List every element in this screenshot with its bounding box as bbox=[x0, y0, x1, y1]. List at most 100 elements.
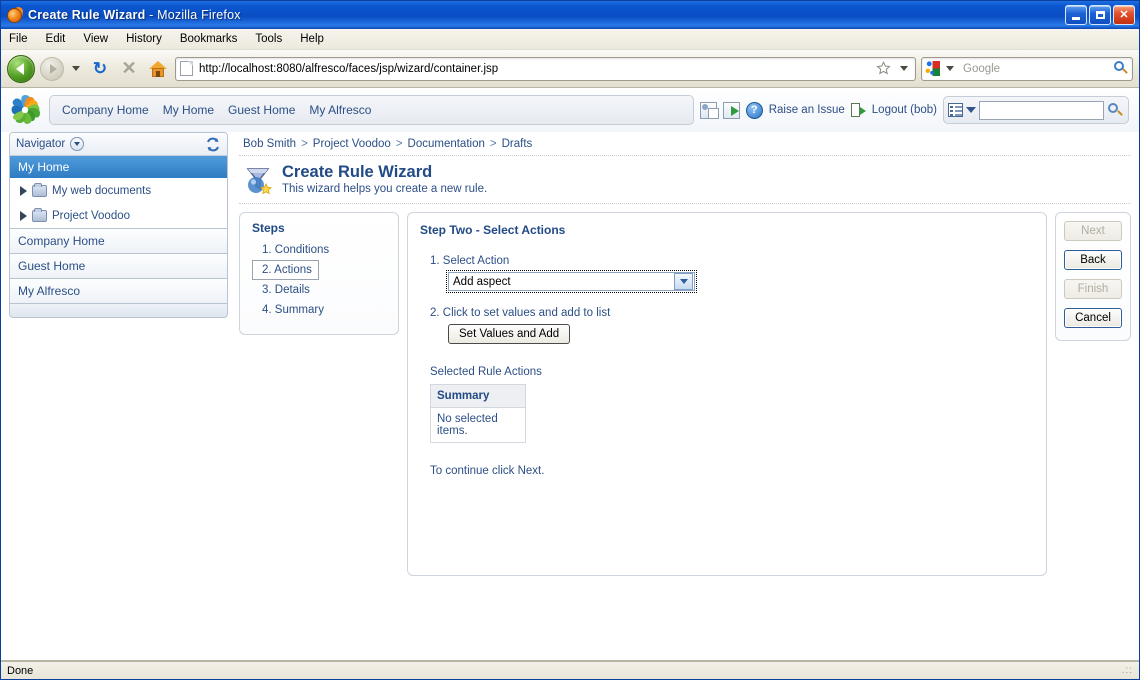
alfresco-logo-icon bbox=[7, 92, 43, 128]
menu-tools[interactable]: Tools bbox=[255, 33, 282, 45]
reload-icon[interactable]: ↻ bbox=[88, 57, 112, 81]
stop-icon: ✕ bbox=[121, 58, 137, 78]
nav-company-home[interactable]: Company Home bbox=[62, 103, 149, 117]
browser-search-input[interactable]: Google bbox=[960, 63, 1110, 75]
expand-triangle-icon[interactable] bbox=[20, 210, 27, 221]
chevron-down-icon[interactable] bbox=[72, 66, 80, 71]
logout-icon[interactable] bbox=[850, 103, 866, 117]
select-action-value: Add aspect bbox=[453, 275, 511, 288]
back-button[interactable]: Back bbox=[1064, 250, 1122, 270]
menu-help[interactable]: Help bbox=[300, 33, 324, 45]
wizard-step-actions[interactable]: 2. Actions bbox=[252, 260, 319, 280]
url-bar[interactable]: http://localhost:8080/alfresco/faces/jsp… bbox=[175, 56, 916, 81]
status-bar: Done .:: bbox=[1, 661, 1139, 679]
logout-link[interactable]: Logout (bob) bbox=[872, 104, 937, 116]
tree-node-label[interactable]: My web documents bbox=[52, 185, 151, 197]
bookmark-star-icon[interactable] bbox=[876, 61, 891, 76]
nav-my-home[interactable]: My Home bbox=[163, 103, 214, 117]
breadcrumb-item-3[interactable]: Drafts bbox=[502, 138, 533, 150]
steps-title: Steps bbox=[252, 221, 285, 235]
wizard-step-details[interactable]: 3. Details bbox=[252, 280, 388, 300]
invite-icon[interactable] bbox=[722, 101, 740, 119]
folder-icon bbox=[32, 207, 47, 222]
expand-triangle-icon[interactable] bbox=[20, 185, 27, 196]
chevron-down-icon[interactable] bbox=[674, 273, 693, 290]
tree-node-my-web-documents[interactable]: My web documents bbox=[10, 178, 227, 203]
wizard-area: Steps 1. Conditions 2. Actions 3. Detail… bbox=[239, 204, 1131, 576]
nav-my-alfresco[interactable]: My Alfresco bbox=[309, 103, 371, 117]
browser-search-bar[interactable]: Google bbox=[921, 56, 1133, 81]
menu-history[interactable]: History bbox=[126, 33, 162, 45]
finish-button[interactable]: Finish bbox=[1064, 279, 1122, 299]
back-button-icon[interactable] bbox=[7, 54, 35, 83]
tree-node-my-home[interactable]: My Home bbox=[10, 156, 227, 178]
search-icon[interactable] bbox=[1113, 60, 1129, 77]
menu-view[interactable]: View bbox=[83, 33, 108, 45]
selected-rule-actions-label: Selected Rule Actions bbox=[430, 366, 542, 378]
breadcrumb: Bob Smith > Project Voodoo > Documentati… bbox=[239, 132, 1131, 156]
shortcut-company-home[interactable]: Company Home bbox=[9, 229, 228, 254]
shortcut-my-alfresco[interactable]: My Alfresco bbox=[9, 279, 228, 304]
cancel-button[interactable]: Cancel bbox=[1064, 308, 1122, 328]
close-button[interactable]: ✕ bbox=[1113, 5, 1135, 25]
window-title-suffix: - Mozilla Firefox bbox=[145, 8, 241, 22]
refresh-icon[interactable] bbox=[205, 137, 221, 152]
wizard-buttons-panel: Next Back Finish Cancel bbox=[1055, 212, 1131, 341]
browser-window: Create Rule Wizard - Mozilla Firefox ✕ F… bbox=[0, 0, 1140, 680]
wizard-step-summary[interactable]: 4. Summary bbox=[252, 300, 388, 320]
page-icon bbox=[180, 61, 193, 76]
page-title-block: Create Rule Wizard This wizard helps you… bbox=[282, 163, 487, 195]
raise-issue-link[interactable]: Raise an Issue bbox=[769, 104, 845, 116]
page-viewport: Company Home My Home Guest Home My Alfre… bbox=[1, 88, 1139, 661]
nav-guest-home[interactable]: Guest Home bbox=[228, 103, 295, 117]
search-engine-dropdown-icon[interactable] bbox=[946, 66, 954, 71]
menu-file[interactable]: File bbox=[9, 33, 28, 45]
folder-icon bbox=[32, 182, 47, 197]
home-icon[interactable] bbox=[146, 57, 170, 81]
main-content: Bob Smith > Project Voodoo > Documentati… bbox=[231, 132, 1139, 660]
table-header-summary: Summary bbox=[431, 385, 525, 408]
search-options-icon[interactable] bbox=[948, 103, 963, 117]
breadcrumb-item-2[interactable]: Documentation bbox=[408, 138, 485, 150]
tree-node-label[interactable]: Project Voodoo bbox=[52, 210, 130, 222]
breadcrumb-separator: > bbox=[395, 137, 403, 150]
table-row: No selected items. bbox=[431, 408, 525, 442]
select-action-dropdown[interactable]: Add aspect bbox=[446, 270, 697, 293]
title-bar: Create Rule Wizard - Mozilla Firefox ✕ bbox=[1, 1, 1139, 29]
navigator-collapse-icon[interactable] bbox=[70, 137, 85, 151]
set-values-and-add-button[interactable]: Set Values and Add bbox=[448, 324, 571, 344]
firefox-icon bbox=[6, 5, 24, 24]
alfresco-header: Company Home My Home Guest Home My Alfre… bbox=[1, 88, 1139, 132]
next-button[interactable]: Next bbox=[1064, 221, 1122, 241]
minimize-button[interactable] bbox=[1065, 5, 1087, 25]
shortcut-guest-home[interactable]: Guest Home bbox=[9, 254, 228, 279]
menu-edit[interactable]: Edit bbox=[46, 33, 66, 45]
navigation-toolbar: ↻ ✕ http://localhost:8080/alfresco/faces… bbox=[1, 50, 1139, 88]
urlbar-dropdown-icon[interactable] bbox=[900, 66, 908, 71]
alfresco-search-input[interactable] bbox=[979, 100, 1104, 120]
maximize-button[interactable] bbox=[1089, 5, 1111, 25]
shortcuts-footer bbox=[9, 304, 228, 318]
navigator-tree: My Home My web documents Project Voodoo bbox=[10, 156, 227, 228]
continue-hint: To continue click Next. bbox=[430, 465, 545, 477]
alfresco-search-icon[interactable] bbox=[1107, 102, 1124, 119]
url-text[interactable]: http://localhost:8080/alfresco/faces/jsp… bbox=[199, 63, 870, 75]
resize-grip-icon[interactable]: .:: bbox=[1122, 665, 1133, 676]
menu-bookmarks[interactable]: Bookmarks bbox=[180, 33, 238, 45]
wizard-content-panel: Step Two - Select Actions 1. Select Acti… bbox=[407, 212, 1047, 576]
wizard-step-conditions[interactable]: 1. Conditions bbox=[252, 240, 388, 260]
help-icon[interactable]: ? bbox=[745, 101, 763, 119]
tree-node-project-voodoo[interactable]: Project Voodoo bbox=[10, 203, 227, 228]
navigator-panel: Navigator My Home My web documents Proje… bbox=[9, 132, 228, 229]
wizard-steps-panel: Steps 1. Conditions 2. Actions 3. Detail… bbox=[239, 212, 399, 335]
alfresco-search-box bbox=[943, 96, 1129, 124]
sidebar: Navigator My Home My web documents Proje… bbox=[1, 132, 231, 660]
user-details-icon[interactable] bbox=[699, 101, 719, 119]
select-action-wrapper: Add aspect bbox=[446, 270, 1032, 293]
google-icon[interactable] bbox=[925, 61, 940, 76]
page-header: Create Rule Wizard This wizard helps you… bbox=[239, 156, 1131, 204]
breadcrumb-item-0[interactable]: Bob Smith bbox=[243, 138, 296, 150]
breadcrumb-item-1[interactable]: Project Voodoo bbox=[313, 138, 391, 150]
search-options-chevron-icon[interactable] bbox=[966, 107, 976, 113]
breadcrumb-separator: > bbox=[301, 137, 308, 150]
